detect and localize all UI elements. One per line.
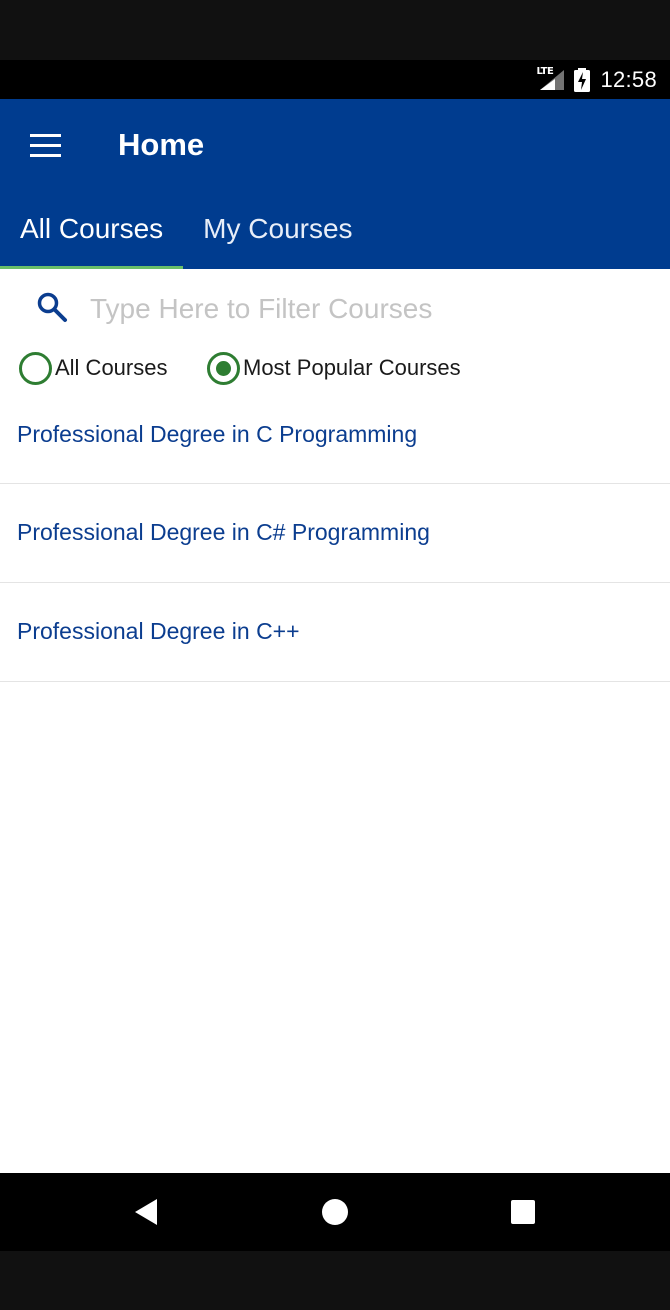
search-input[interactable] [90, 289, 630, 329]
page-title: Home [118, 127, 205, 162]
status-bar: LTE 12:58 [0, 60, 670, 99]
main-content: All Courses Most Popular Courses Profess… [0, 269, 670, 1173]
recents-button[interactable] [483, 1173, 563, 1251]
device-frame: LTE 12:58 Home All Courses My Courses Ty… [0, 0, 670, 1310]
bottom-bezel [0, 1251, 670, 1310]
list-item[interactable]: Professional Degree in C# Programming [0, 484, 670, 583]
battery-charging-icon [574, 67, 591, 92]
back-button[interactable] [106, 1173, 186, 1251]
tab-label: My Courses [203, 213, 353, 244]
course-title: Professional Degree in C Programming [17, 421, 418, 447]
home-button[interactable] [295, 1173, 375, 1251]
list-item[interactable]: Professional Degree in C++ [0, 583, 670, 682]
status-clock: 12:58 [600, 66, 657, 92]
radio-most-popular-courses[interactable]: Most Popular Courses [207, 348, 461, 388]
course-filter-radio-group: All Courses Most Popular Courses [0, 348, 670, 388]
system-navigation-bar [0, 1173, 670, 1251]
radio-label: Most Popular Courses [243, 355, 461, 380]
tab-label: All Courses [20, 213, 164, 244]
back-triangle-icon [135, 1199, 157, 1225]
list-item[interactable]: Professional Degree in C Programming [0, 387, 670, 484]
course-title: Professional Degree in C++ [17, 618, 300, 644]
radio-label: All Courses [55, 355, 168, 380]
search-icon[interactable] [36, 291, 68, 323]
radio-button-checked[interactable] [207, 351, 240, 385]
radio-button-unchecked[interactable] [19, 351, 52, 385]
course-list: Professional Degree in C Programming Pro… [0, 387, 670, 682]
search-bar [0, 279, 670, 339]
app-bar: Home All Courses My Courses [0, 99, 670, 269]
home-circle-icon [322, 1199, 348, 1225]
recents-square-icon [511, 1200, 535, 1224]
tab-bar: All Courses My Courses [0, 205, 373, 269]
lte-signal-icon: LTE [536, 66, 566, 92]
tab-all-courses[interactable]: All Courses [0, 205, 184, 269]
hamburger-menu-icon[interactable] [23, 123, 69, 169]
tab-my-courses[interactable]: My Courses [183, 205, 372, 269]
radio-all-courses[interactable]: All Courses [19, 348, 167, 388]
course-title: Professional Degree in C# Programming [17, 519, 430, 545]
